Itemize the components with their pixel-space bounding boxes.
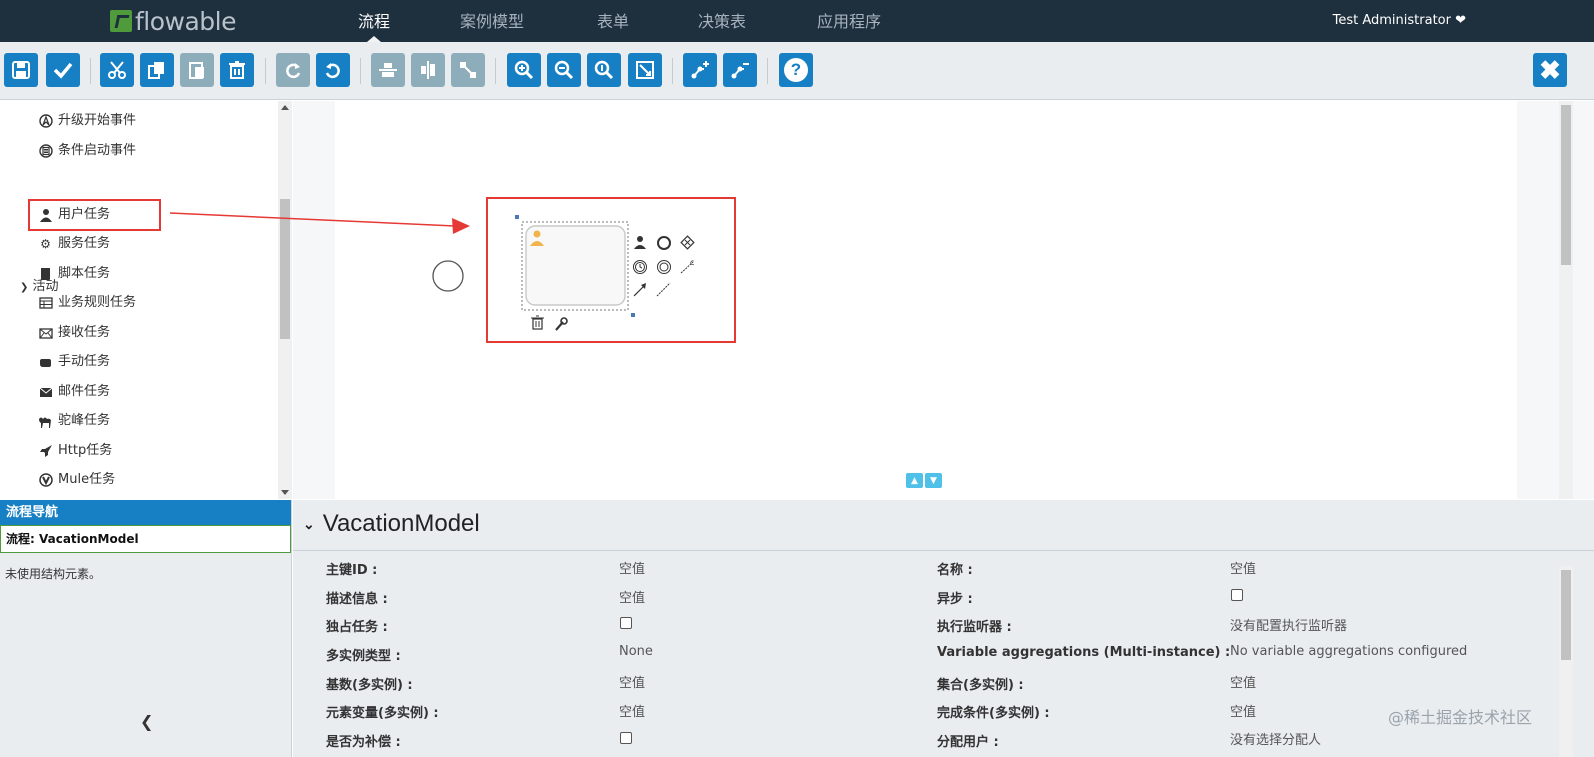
canvas-scrollbar[interactable] (1559, 101, 1573, 499)
prop-value-documentation[interactable]: 空值 (619, 587, 645, 606)
chevron-down-icon: ⌄ (303, 515, 315, 532)
delete-shape-icon[interactable] (531, 315, 544, 330)
divider (293, 550, 1594, 551)
properties-header[interactable]: ⌄ VacationModel (303, 510, 480, 538)
prop-value-assignment[interactable]: 没有选择分配人 (1230, 729, 1321, 748)
wrench-icon[interactable] (555, 317, 568, 331)
properties-scrollbar[interactable] (1559, 566, 1573, 757)
start-event[interactable] (432, 260, 464, 292)
process-navigator: 流程导航 流程: VacationModel 未使用结构元素。 ❮ (0, 500, 292, 757)
prop-label-element-variable: 元素变量(多实例) : (326, 706, 439, 721)
prop-label-id: 主键ID : (326, 563, 378, 578)
prop-value-multiinstance-type[interactable]: None (619, 644, 653, 659)
prop-label-async: 异步 : (937, 592, 973, 607)
navigator-note: 未使用结构元素。 (5, 567, 102, 581)
resize-handle[interactable] (631, 313, 635, 317)
prop-value-name[interactable]: 空值 (1230, 558, 1256, 577)
prop-label-variable-aggregations: Variable aggregations (Multi-instance) : (937, 645, 1231, 660)
prop-label-documentation: 描述信息 : (326, 592, 388, 607)
annotation-arrow (169, 212, 456, 227)
context-intermediate-event-icon[interactable] (633, 260, 647, 274)
prop-value-element-variable[interactable]: 空值 (619, 701, 645, 720)
context-end-event-icon[interactable] (657, 236, 671, 250)
user-task-shape[interactable] (525, 225, 626, 306)
annotation-arrow-head (452, 218, 470, 234)
prop-label-execution-listeners: 执行监听器 : (937, 620, 1012, 635)
context-association-icon[interactable]: c (680, 258, 694, 274)
context-boundary-event-icon[interactable] (657, 260, 671, 274)
context-text-annotation-icon[interactable] (656, 282, 671, 297)
prop-checkbox-compensation[interactable] (620, 732, 632, 744)
prop-checkbox-exclusive[interactable] (620, 617, 632, 629)
prop-label-cardinality: 基数(多实例) : (326, 678, 413, 693)
prop-value-execution-listeners[interactable]: 没有配置执行监听器 (1230, 615, 1347, 634)
prop-checkbox-async[interactable] (1231, 589, 1243, 601)
context-sequence-flow-icon[interactable] (633, 283, 646, 297)
prop-label-collection: 集合(多实例) : (937, 678, 1024, 693)
navigator-title: 流程导航 (0, 500, 291, 525)
prop-label-assignment: 分配用户 : (937, 735, 999, 750)
panel-resize-buttons: ▲ ▼ (906, 473, 942, 488)
collapse-left-icon[interactable]: ❮ (140, 712, 153, 731)
prop-label-completion-condition: 完成条件(多实例) : (937, 706, 1050, 721)
resize-handle[interactable] (515, 215, 519, 219)
watermark: @稀土掘金技术社区 (1388, 708, 1533, 727)
scrollbar-thumb[interactable] (1561, 105, 1571, 265)
prop-label-compensation: 是否为补偿 : (326, 735, 401, 750)
prop-value-cardinality[interactable]: 空值 (619, 672, 645, 691)
context-user-task-icon[interactable] (634, 236, 646, 249)
scrollbar-thumb[interactable] (1561, 570, 1571, 660)
context-gateway-icon[interactable] (680, 235, 695, 250)
navigator-process-item[interactable]: 流程: VacationModel (0, 525, 291, 553)
collapse-down-icon[interactable]: ▼ (925, 473, 942, 488)
prop-label-multiinstance-type: 多实例类型 : (326, 649, 401, 664)
prop-value-collection[interactable]: 空值 (1230, 672, 1256, 691)
properties-title: VacationModel (322, 510, 480, 537)
prop-value-completion-condition[interactable]: 空值 (1230, 701, 1256, 720)
prop-label-name: 名称 : (937, 563, 973, 578)
expand-up-icon[interactable]: ▲ (906, 473, 923, 488)
svg-text:c: c (690, 258, 694, 267)
prop-label-exclusive: 独占任务 : (326, 620, 388, 635)
prop-value-variable-aggregations[interactable]: No variable aggregations configured (1230, 644, 1467, 659)
prop-value-id[interactable]: 空值 (619, 558, 645, 577)
